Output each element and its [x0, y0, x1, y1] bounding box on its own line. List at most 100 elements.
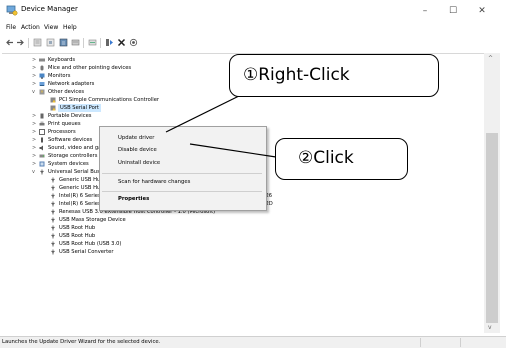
menu-help[interactable]: Help	[63, 24, 77, 31]
window-title: Device Manager	[21, 5, 78, 13]
status-text: Launches the Update Driver Wizard for th…	[2, 339, 161, 345]
warning-device-icon	[50, 105, 56, 111]
tree-label: Processors	[48, 129, 76, 135]
warning-device-icon	[50, 97, 56, 103]
printer-icon	[39, 121, 45, 126]
remove-icon[interactable]	[117, 38, 126, 47]
tree-label: Network adapters	[48, 81, 95, 87]
chevron-down-icon[interactable]: v	[32, 168, 35, 176]
chevron-right-icon[interactable]: >	[32, 80, 36, 88]
tree-label: PCI Simple Communications Controller	[59, 97, 160, 103]
tree-item-usb-child[interactable]: USB Root Hub	[2, 224, 482, 232]
tree-item-portable[interactable]: > Portable Devices	[2, 112, 482, 120]
tree-label: Mice and other pointing devices	[48, 65, 132, 71]
title-bar: Device Manager – ☐ ✕	[0, 0, 506, 22]
update-driver-icon[interactable]	[105, 38, 114, 47]
mouse-icon	[40, 65, 44, 71]
unknown-device-icon	[39, 89, 45, 95]
tree-label: USB Mass Storage Device	[59, 217, 126, 223]
toolbar-separator	[100, 38, 101, 48]
menu-separator	[102, 191, 262, 192]
tree-item-usb-child[interactable]: USB Mass Storage Device	[2, 216, 482, 224]
status-divider	[460, 338, 461, 347]
callout-right-click: ①Right-Click	[229, 54, 439, 97]
menu-item-update-driver[interactable]: Update driver	[118, 135, 154, 141]
chevron-right-icon[interactable]: >	[32, 136, 36, 144]
tree-item-usb-child[interactable]: USB Root Hub (USB 3.0)	[2, 240, 482, 248]
menu-item-scan-hardware[interactable]: Scan for hardware changes	[118, 179, 190, 185]
usb-icon	[51, 209, 55, 215]
usb-icon	[51, 217, 55, 223]
processor-icon	[39, 129, 45, 135]
tree-label: USB Root Hub	[59, 225, 96, 231]
callout-right-click-text: ①Right-Click	[243, 65, 350, 85]
speaker-icon	[39, 145, 43, 151]
chevron-right-icon[interactable]: >	[32, 120, 36, 128]
menu-item-uninstall-device[interactable]: Uninstall device	[118, 160, 160, 166]
menu-action[interactable]: Action	[21, 24, 40, 31]
back-icon[interactable]	[5, 38, 14, 47]
menu-item-properties[interactable]: Properties	[118, 196, 149, 202]
scroll-down-icon[interactable]: v	[488, 324, 492, 331]
toolbar	[0, 36, 506, 50]
chevron-right-icon[interactable]: >	[32, 112, 36, 120]
chevron-right-icon[interactable]: >	[32, 64, 36, 72]
scan-icon[interactable]	[88, 38, 97, 47]
chevron-right-icon[interactable]: >	[32, 152, 36, 160]
tree-label: Software devices	[48, 137, 93, 143]
usb-icon	[51, 233, 55, 239]
usb-icon	[51, 201, 55, 207]
chevron-down-icon[interactable]: v	[32, 88, 35, 96]
menu-view[interactable]: View	[44, 24, 58, 31]
status-divider	[420, 338, 421, 347]
tree-item-usb-child[interactable]: USB Serial Converter	[2, 248, 482, 256]
usb-icon	[51, 177, 55, 183]
usb-icon	[40, 169, 44, 175]
tree-label: USB Serial Converter	[59, 249, 114, 255]
menu-separator	[102, 173, 262, 174]
chevron-right-icon[interactable]: >	[32, 144, 36, 152]
help-icon[interactable]	[59, 38, 68, 47]
minimize-button[interactable]: –	[413, 2, 437, 20]
system-device-icon	[39, 161, 45, 167]
chevron-right-icon[interactable]: >	[32, 128, 36, 136]
chevron-right-icon[interactable]: >	[32, 72, 36, 80]
tree-label: Other devices	[48, 89, 85, 95]
usb-icon	[51, 241, 55, 247]
monitor-icon[interactable]	[71, 38, 80, 47]
network-adapter-icon	[39, 82, 45, 86]
close-button[interactable]: ✕	[470, 2, 494, 20]
storage-controller-icon	[39, 154, 45, 158]
menu-item-disable-device[interactable]: Disable device	[118, 147, 157, 153]
tree-label: USB Root Hub	[59, 233, 96, 239]
tree-item-usb-child[interactable]: USB Root Hub	[2, 232, 482, 240]
usb-icon	[51, 185, 55, 191]
tree-label: System devices	[48, 161, 89, 167]
chevron-right-icon[interactable]: >	[32, 160, 36, 168]
maximize-button[interactable]: ☐	[441, 2, 465, 20]
properties-icon[interactable]	[33, 38, 42, 47]
menu-file[interactable]: File	[6, 24, 16, 31]
tree-label-selected: USB Serial Port	[58, 104, 101, 112]
forward-icon[interactable]	[16, 38, 25, 47]
usb-icon	[51, 249, 55, 255]
scroll-up-icon[interactable]: ^	[488, 55, 493, 62]
show-hidden-icon[interactable]	[46, 38, 55, 47]
scroll-thumb[interactable]	[486, 133, 498, 323]
tree-item-usb-serial-port[interactable]: USB Serial Port	[2, 104, 482, 112]
monitor-icon	[39, 73, 45, 79]
callout-click-text: ②Click	[298, 148, 354, 168]
tree-label: Storage controllers	[48, 153, 98, 159]
enable-icon[interactable]	[129, 38, 138, 47]
tree-item-pci-simple[interactable]: PCI Simple Communications Controller	[2, 96, 482, 104]
toolbar-separator	[83, 38, 84, 48]
tree-label: Keyboards	[48, 57, 76, 63]
tree-label: Generic USB Hub	[59, 185, 104, 191]
context-menu: Update driver Disable device Uninstall d…	[99, 126, 267, 211]
chevron-right-icon[interactable]: >	[32, 56, 36, 64]
keyboard-icon	[39, 58, 45, 62]
tree-label: Portable Devices	[48, 113, 92, 119]
tree-label: Monitors	[48, 73, 71, 79]
tree-label: USB Root Hub (USB 3.0)	[59, 241, 122, 247]
vertical-scrollbar[interactable]: ^ v	[484, 53, 500, 333]
